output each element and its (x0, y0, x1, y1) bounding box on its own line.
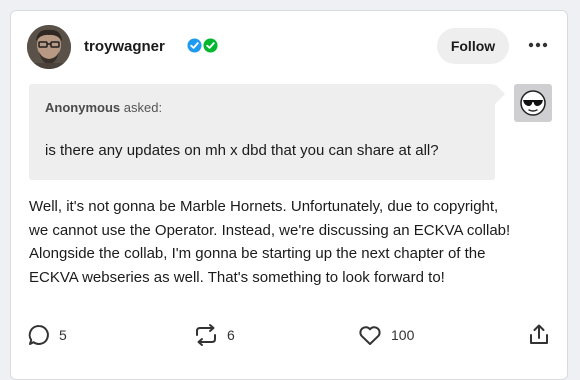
post-body: Well, it's not gonna be Marble Hornets. … (29, 195, 557, 289)
post-card: troywagner Follow Anonymous asked: is th… (10, 10, 568, 380)
post-header: troywagner Follow (27, 25, 551, 71)
green-checkmark-badge-icon (203, 38, 218, 53)
post-body-line: we cannot use the Operator. Instead, we'… (29, 221, 511, 239)
post-body-line: ECKVA webseries as well. That's somethin… (29, 268, 445, 286)
heart-icon (359, 326, 381, 345)
post-footer: 5 6 100 (27, 319, 551, 353)
reblog-count: 6 (227, 327, 235, 343)
ask-question: is there any updates on mh x dbd that yo… (45, 142, 439, 159)
avatar[interactable] (27, 25, 71, 69)
ask-bubble: Anonymous asked: is there any updates on… (29, 84, 495, 180)
anonymous-avatar-icon (514, 84, 552, 122)
asked-label: asked: (123, 100, 163, 115)
reblog-button[interactable]: 6 (193, 323, 235, 347)
reblog-arrows-icon (196, 324, 216, 346)
like-count: 100 (391, 327, 415, 343)
ask-bubble-tail (495, 84, 505, 104)
follow-button[interactable]: Follow (437, 28, 509, 64)
avatar-image (27, 25, 71, 69)
asker-name: Anonymous (45, 100, 121, 115)
reply-button[interactable]: 5 (27, 323, 67, 347)
share-button[interactable] (527, 323, 551, 347)
reply-count: 5 (59, 327, 67, 343)
post-body-line: Well, it's not gonna be Marble Hornets. … (29, 198, 499, 215)
asker-line: Anonymous asked: (45, 100, 162, 115)
blue-checkmark-badge-icon (187, 38, 202, 53)
like-button[interactable]: 100 (357, 323, 414, 347)
reply-bubble-icon (28, 324, 49, 345)
more-dots-icon[interactable] (525, 32, 551, 58)
share-icon (530, 324, 548, 344)
post-body-line: Alongside the collab, I'm gonna be start… (29, 245, 486, 262)
username[interactable]: troywagner (84, 38, 165, 55)
verified-badges (187, 38, 218, 55)
